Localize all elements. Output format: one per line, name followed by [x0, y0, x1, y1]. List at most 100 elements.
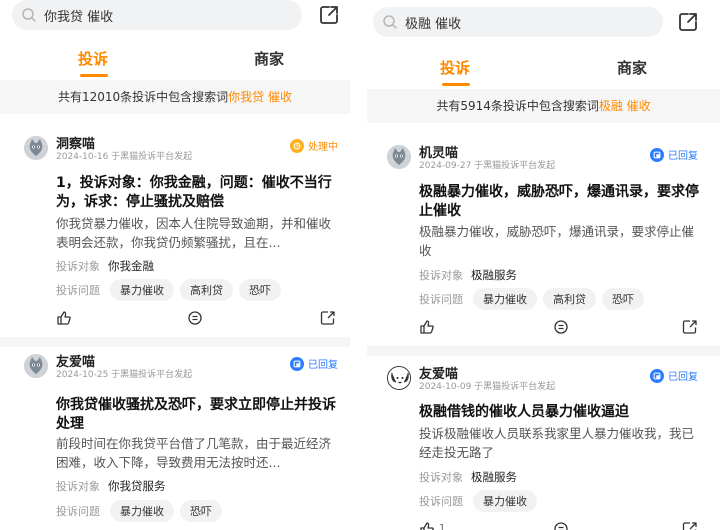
- active-tab-indicator: [442, 83, 470, 86]
- dog-avatar-icon: [388, 367, 410, 389]
- avatar: [24, 354, 48, 378]
- status-text: 处理中: [308, 142, 338, 153]
- like-icon[interactable]: [419, 319, 435, 335]
- complaint-title[interactable]: 1，投诉对象：你我金融，问题：催收不当行为，诉求：停止骚扰及赔偿: [56, 174, 336, 212]
- share-icon[interactable]: [682, 319, 698, 335]
- card-divider: [367, 346, 720, 356]
- search-box[interactable]: 极融 催收: [373, 7, 663, 37]
- like-icon[interactable]: [56, 310, 72, 326]
- target-value: 极融服务: [471, 470, 517, 484]
- banner-keyword: 极融 催收: [598, 99, 651, 113]
- like-count: 1: [439, 523, 446, 530]
- issue-label: 投诉问题: [419, 495, 463, 508]
- share-icon[interactable]: [677, 11, 699, 33]
- post-meta: 2024-10-09 于黑猫投诉平台发起: [419, 382, 556, 392]
- search-icon: [22, 8, 36, 22]
- cat-avatar-icon: [24, 136, 48, 160]
- search-icon: [383, 15, 397, 29]
- target-label: 投诉对象: [419, 269, 463, 282]
- post-meta: 2024-10-16 于黑猫投诉平台发起: [56, 152, 193, 162]
- complaint-description[interactable]: 你我贷暴力催收，因本人住院导致逾期，并和催收表明会还款，你我贷仍频繁骚扰，且在.…: [56, 214, 336, 252]
- tab-bar: 投诉 商家: [367, 53, 720, 87]
- target-label: 投诉对象: [56, 480, 100, 493]
- card-divider: [0, 337, 350, 347]
- issue-label: 投诉问题: [419, 293, 463, 306]
- avatar: [387, 366, 411, 390]
- complaint-title[interactable]: 极融暴力催收，威胁恐吓，爆通讯录，要求停止催收: [419, 183, 700, 221]
- complaint-description[interactable]: 前段时间在你我贷平台借了几笔款，由于最近经济困难，收入下降，导致费用无法按时还.…: [56, 434, 336, 472]
- comment-icon[interactable]: [553, 521, 569, 530]
- issue-tag[interactable]: 高利贷: [543, 288, 596, 310]
- avatar: [387, 145, 411, 169]
- card-actions: [367, 319, 720, 339]
- target-value: 你我贷服务: [108, 479, 166, 493]
- comment-icon[interactable]: [187, 310, 203, 326]
- complaint-target: 投诉对象 你我金融: [56, 258, 154, 274]
- issue-tags: 投诉问题 暴力催收: [419, 490, 537, 512]
- issue-tag[interactable]: 高利贷: [180, 279, 233, 301]
- complaint-description[interactable]: 投诉极融催收人员联系我家里人暴力催收我，我已经走投无路了: [419, 424, 700, 462]
- like-icon[interactable]: [419, 521, 435, 530]
- tab-merchants[interactable]: 商家: [617, 57, 647, 78]
- tab-merchants[interactable]: 商家: [254, 48, 284, 69]
- issue-tag[interactable]: 暴力催收: [473, 288, 537, 310]
- status-badge: 已回复: [650, 147, 698, 162]
- result-count-banner: 共有5914条投诉中包含搜索词极融 催收: [367, 89, 720, 123]
- status-badge: 已回复: [290, 356, 338, 371]
- target-label: 投诉对象: [419, 471, 463, 484]
- status-badge: 已回复: [650, 368, 698, 383]
- cat-avatar-icon: [24, 354, 48, 378]
- search-row: 你我贷 催收: [0, 0, 350, 36]
- banner-prefix: 共有5914条投诉中包含搜索词: [436, 99, 599, 113]
- status-text: 已回复: [668, 151, 698, 162]
- post-meta: 2024-09-27 于黑猫投诉平台发起: [419, 161, 556, 171]
- search-box[interactable]: 你我贷 催收: [12, 0, 302, 30]
- complaint-title[interactable]: 你我贷催收骚扰及恐吓，要求立即停止并投诉处理: [56, 396, 336, 434]
- issue-tag[interactable]: 暴力催收: [110, 279, 174, 301]
- right-panel: 极融 催收 投诉 商家 共有5914条投诉中包含搜索词极融 催收 机灵喵 202…: [367, 0, 720, 530]
- active-tab-indicator: [80, 74, 108, 77]
- complaint-description[interactable]: 极融暴力催收，威胁恐吓，爆通讯录，要求停止催收: [419, 222, 700, 260]
- replied-icon: [290, 356, 304, 371]
- card-actions: [0, 310, 350, 330]
- complaint-title[interactable]: 极融借钱的催收人员暴力催收逼迫: [419, 403, 700, 422]
- issue-tag[interactable]: 恐吓: [602, 288, 644, 310]
- target-label: 投诉对象: [56, 260, 100, 273]
- complaint-target: 投诉对象 极融服务: [419, 267, 517, 283]
- search-input[interactable]: 你我贷 催收: [44, 6, 113, 25]
- issue-tags: 投诉问题 暴力催收 高利贷 恐吓: [56, 279, 281, 301]
- banner-keyword: 你我贷 催收: [228, 90, 292, 104]
- search-row: 极融 催收: [367, 0, 720, 37]
- banner-prefix: 共有12010条投诉中包含搜索词: [57, 90, 229, 104]
- search-input[interactable]: 极融 催收: [405, 13, 461, 32]
- share-icon[interactable]: [682, 521, 698, 530]
- target-value: 极融服务: [471, 268, 517, 282]
- replied-icon: [650, 368, 664, 383]
- card-actions: 1: [367, 521, 720, 530]
- complaint-target: 投诉对象 极融服务: [419, 469, 517, 485]
- issue-tag[interactable]: 恐吓: [180, 500, 222, 522]
- issue-tag[interactable]: 暴力催收: [473, 490, 537, 512]
- target-value: 你我金融: [108, 259, 154, 273]
- processing-icon: [290, 138, 304, 153]
- left-panel: 你我贷 催收 投诉 商家 共有12010条投诉中包含搜索词你我贷 催收 洞察喵 …: [0, 0, 350, 530]
- issue-label: 投诉问题: [56, 505, 100, 518]
- share-icon[interactable]: [320, 310, 336, 326]
- complaint-target: 投诉对象 你我贷服务: [56, 478, 166, 494]
- tab-complaints[interactable]: 投诉: [78, 48, 108, 69]
- cat-avatar-icon: [387, 145, 411, 169]
- tab-bar: 投诉 商家: [0, 44, 350, 78]
- avatar: [24, 136, 48, 160]
- result-count-banner: 共有12010条投诉中包含搜索词你我贷 催收: [0, 80, 350, 114]
- post-meta: 2024-10-25 于黑猫投诉平台发起: [56, 370, 193, 380]
- replied-icon: [650, 147, 664, 162]
- comment-icon[interactable]: [553, 319, 569, 335]
- issue-tags: 投诉问题 暴力催收 恐吓: [56, 500, 222, 522]
- issue-tag[interactable]: 恐吓: [239, 279, 281, 301]
- status-text: 已回复: [668, 372, 698, 383]
- issue-tag[interactable]: 暴力催收: [110, 500, 174, 522]
- tab-complaints[interactable]: 投诉: [440, 57, 470, 78]
- share-icon[interactable]: [318, 4, 340, 26]
- status-badge: 处理中: [290, 138, 338, 153]
- issue-label: 投诉问题: [56, 284, 100, 297]
